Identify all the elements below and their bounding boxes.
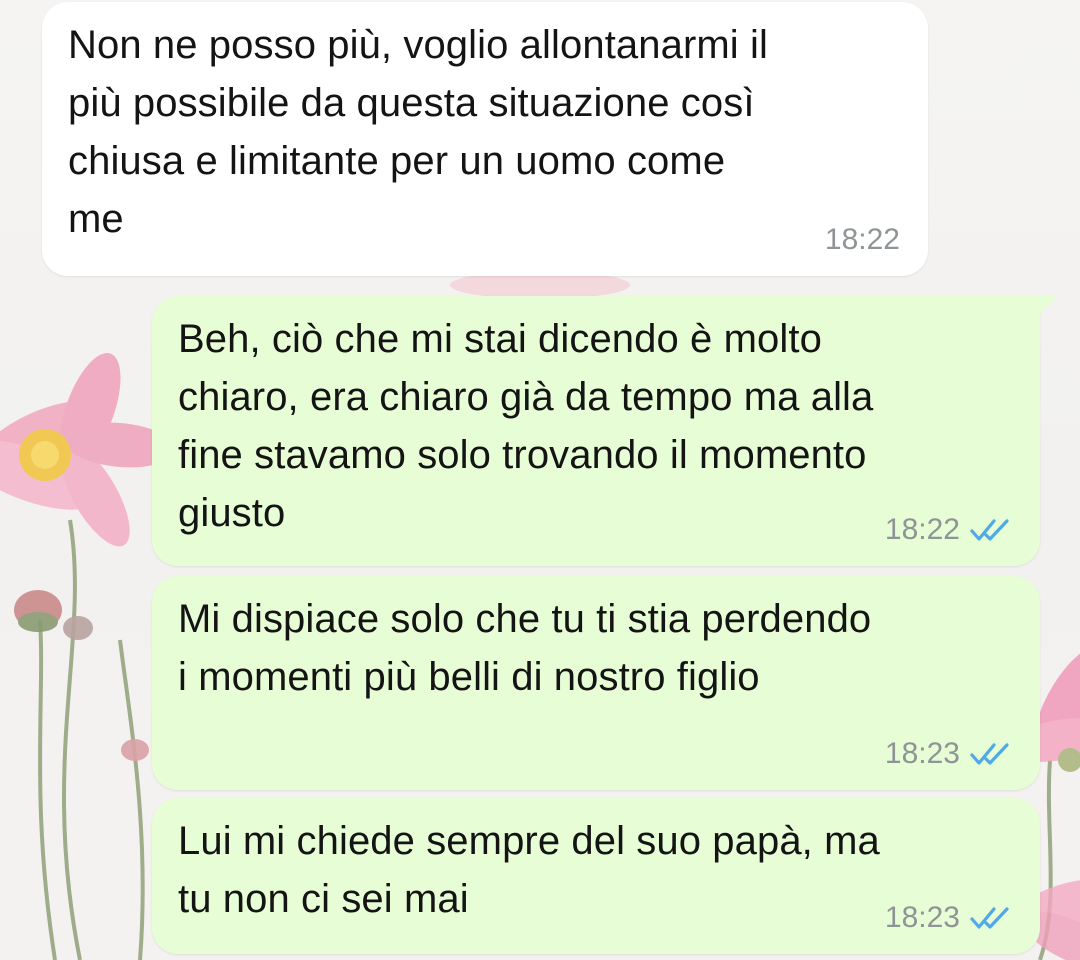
double-check-read-icon: [970, 907, 1009, 929]
message-meta: 18:22: [825, 222, 900, 258]
incoming-message-bubble[interactable]: Non ne posso più, voglio allontanarmi il…: [42, 2, 928, 276]
double-check-read-icon: [970, 519, 1009, 541]
chat-conversation: Non ne posso più, voglio allontanarmi il…: [0, 0, 1080, 960]
message-timestamp: 18:22: [884, 513, 960, 546]
message-meta: 18:23: [885, 736, 1012, 772]
message-meta: 18:22: [885, 512, 1012, 548]
message-text: Beh, ciò che mi stai dicendo è molto chi…: [178, 317, 874, 535]
message-timestamp: 18:23: [884, 901, 960, 934]
outgoing-message-bubble[interactable]: Mi dispiace solo che tu ti stia perdendo…: [152, 576, 1040, 790]
message-text: Non ne posso più, voglio allontanarmi il…: [68, 23, 768, 241]
outgoing-message-bubble[interactable]: Lui mi chiede sempre del suo papà, ma tu…: [152, 798, 1040, 954]
bubble-tail-icon: [1036, 296, 1058, 318]
message-text: Lui mi chiede sempre del suo papà, ma tu…: [178, 819, 880, 921]
message-text: Mi dispiace solo che tu ti stia perdendo…: [178, 597, 872, 699]
message-timestamp: 18:22: [824, 223, 900, 256]
message-meta: 18:23: [885, 900, 1012, 936]
outgoing-message-bubble[interactable]: Beh, ciò che mi stai dicendo è molto chi…: [152, 296, 1058, 566]
double-check-read-icon: [970, 743, 1009, 765]
message-timestamp: 18:23: [884, 737, 960, 770]
